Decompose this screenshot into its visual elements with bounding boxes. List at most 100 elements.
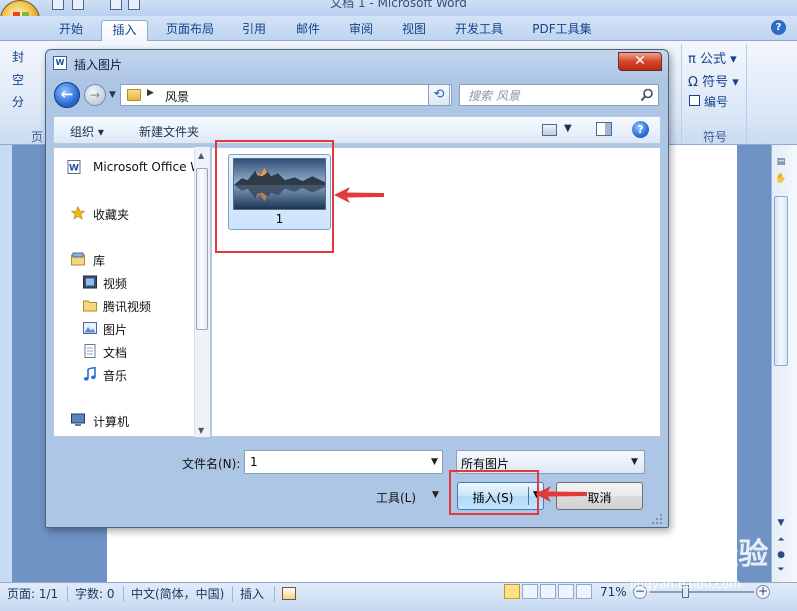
word-document-icon: W: [67, 160, 81, 174]
tools-dropdown-icon[interactable]: ▼: [432, 490, 439, 500]
address-bar[interactable]: ▶ 风景 ▼: [120, 84, 452, 106]
undo-icon[interactable]: [72, 0, 84, 10]
ribbon-tabs: 开始 插入 页面布局 引用 邮件 审阅 视图 开发工具 PDF工具集: [0, 16, 797, 41]
formula-button[interactable]: π 公式 ▾: [688, 48, 737, 67]
scroll-up-arrow-icon[interactable]: ▲: [198, 151, 204, 160]
annotation-highlight-insert-button: [449, 470, 539, 515]
insert-picture-dialog: W 插入图片 ✕ ← → ▼ ▶ 风景 ▼ ⟲ 搜索 风景 组织 ▾ 新建文件夹: [45, 49, 669, 528]
nav-item-favorites[interactable]: 收藏夹: [93, 206, 129, 223]
tools-button[interactable]: 工具(L): [376, 489, 416, 506]
status-language[interactable]: 中文(简体，中国): [131, 586, 224, 602]
macro-record-icon[interactable]: [282, 587, 296, 600]
vertical-scroll-thumb[interactable]: [774, 196, 788, 366]
print-layout-view-icon[interactable]: [504, 584, 520, 599]
nav-item-computer[interactable]: 计算机: [93, 413, 129, 430]
folder-icon: [83, 300, 97, 312]
save-icon[interactable]: [52, 0, 64, 10]
tab-page-layout[interactable]: 页面布局: [158, 20, 222, 41]
dialog-title: 插入图片: [74, 58, 123, 72]
ribbon-cover-page[interactable]: 封: [12, 48, 24, 65]
forward-button[interactable]: →: [84, 84, 106, 106]
video-icon: [83, 275, 97, 289]
number-button[interactable]: 编号: [704, 93, 728, 110]
status-separator: [67, 586, 68, 602]
filename-input[interactable]: 1 ▼: [244, 450, 443, 474]
ribbon-blank-page[interactable]: 空: [12, 71, 24, 88]
status-separator: [232, 586, 233, 602]
breadcrumb-arrow-icon[interactable]: ▶: [147, 88, 154, 98]
nav-item-tencent-video[interactable]: 腾讯视频: [103, 298, 151, 315]
refresh-button[interactable]: ⟲: [428, 84, 450, 106]
window-title-bar: 文档 1 - Microsoft Word: [0, 0, 797, 16]
status-separator: [274, 586, 275, 602]
scroll-down-arrow-icon[interactable]: ▼: [198, 426, 204, 435]
nav-item-pictures[interactable]: 图片: [103, 321, 127, 338]
status-insert-mode[interactable]: 插入: [240, 586, 264, 602]
search-box[interactable]: 搜索 风景: [459, 84, 659, 106]
nav-item-libraries[interactable]: 库: [93, 252, 105, 269]
preview-pane-icon[interactable]: [596, 122, 612, 136]
file-type-dropdown-icon[interactable]: ▼: [631, 457, 638, 467]
tab-mailings[interactable]: 邮件: [288, 20, 328, 41]
favorites-star-icon: [71, 206, 85, 220]
draft-view-icon[interactable]: [576, 584, 592, 599]
view-buttons: [500, 584, 600, 600]
nav-item-documents[interactable]: 文档: [103, 344, 127, 361]
new-folder-button[interactable]: 新建文件夹: [139, 123, 199, 140]
help-icon[interactable]: ?: [771, 20, 786, 35]
svg-text:W: W: [69, 164, 79, 174]
outline-view-icon[interactable]: [558, 584, 574, 599]
tab-view[interactable]: 视图: [394, 20, 434, 41]
folder-icon: [127, 89, 141, 101]
filename-dropdown-icon[interactable]: ▼: [431, 457, 438, 467]
computer-icon: [71, 413, 85, 426]
annotation-highlight-file: [215, 140, 334, 253]
redo-icon[interactable]: [110, 0, 122, 10]
watermark-url: jingyan.baidu.com: [629, 577, 741, 591]
status-page[interactable]: 页面: 1/1: [7, 586, 58, 602]
nav-item-music[interactable]: 音乐: [103, 367, 127, 384]
ribbon-page-break[interactable]: 分: [12, 93, 24, 110]
close-button[interactable]: ✕: [618, 52, 662, 71]
back-button[interactable]: ←: [54, 82, 80, 108]
annotation-arrow-icon: [334, 187, 384, 203]
number-icon: [689, 95, 700, 106]
status-word-count[interactable]: 字数: 0: [75, 586, 115, 602]
navigation-pane: W Microsoft Office W 收藏夹 库 视频 腾讯视频 图片 文档…: [53, 147, 210, 437]
documents-icon: [84, 344, 96, 358]
tab-references[interactable]: 引用: [234, 20, 274, 41]
nav-item-videos[interactable]: 视频: [103, 275, 127, 292]
hand-icon[interactable]: ✋: [774, 173, 788, 185]
organize-button[interactable]: 组织 ▾: [70, 123, 104, 140]
print-preview-icon[interactable]: [128, 0, 140, 10]
search-input[interactable]: 搜索 风景: [468, 87, 520, 104]
ribbon-group-label-pages: 页: [31, 130, 44, 144]
ribbon-group-label-symbols: 符号: [702, 130, 727, 144]
web-layout-icon[interactable]: [540, 584, 556, 599]
address-row: ← → ▼ ▶ 风景 ▼ ⟲ 搜索 风景: [46, 80, 668, 112]
symbol-button[interactable]: Ω 符号 ▾: [688, 71, 739, 90]
ruler-toggle-icon[interactable]: ▤: [774, 156, 788, 168]
tab-developer[interactable]: 开发工具: [447, 20, 511, 41]
navigation-scroll-thumb[interactable]: [196, 168, 208, 330]
view-options-dropdown-icon[interactable]: ▼: [564, 123, 572, 134]
dialog-help-icon[interactable]: ?: [632, 121, 649, 138]
tab-pdf-tools[interactable]: PDF工具集: [524, 20, 600, 41]
recent-locations-dropdown-icon[interactable]: ▼: [109, 90, 116, 100]
tab-review[interactable]: 审阅: [341, 20, 381, 41]
pictures-icon: [83, 322, 97, 334]
nav-item-microsoft-office[interactable]: Microsoft Office W: [93, 160, 202, 174]
tab-insert[interactable]: 插入: [101, 20, 148, 41]
filename-label: 文件名(N):: [182, 457, 241, 471]
filename-value[interactable]: 1: [250, 455, 258, 469]
search-field[interactable]: 搜索 风景: [460, 85, 658, 105]
search-icon[interactable]: [640, 88, 654, 102]
tab-home[interactable]: 开始: [48, 20, 94, 41]
ribbon-symbols-group: π 公式 ▾ Ω 符号 ▾ 编号 符号: [681, 44, 747, 144]
baidu-jingyan-watermark: Baidu经验 jingyan.baidu.com: [612, 537, 768, 591]
address-path[interactable]: 风景: [165, 88, 189, 105]
full-screen-reading-icon[interactable]: [522, 584, 538, 599]
change-view-icon[interactable]: [542, 124, 557, 136]
dialog-bottom-area: 文件名(N): 1 ▼ 所有图片 ▼ 工具(L) ▼ 插入(S) ▼ 取消: [46, 438, 668, 527]
dialog-title-bar[interactable]: W 插入图片 ✕: [46, 50, 668, 76]
